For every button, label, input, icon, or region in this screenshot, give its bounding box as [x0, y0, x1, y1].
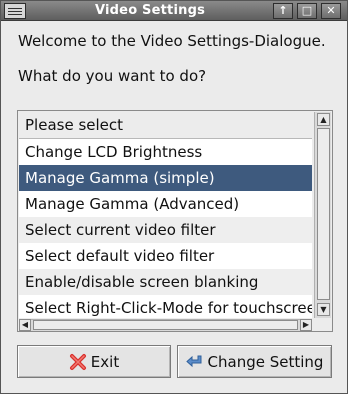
- title-bar[interactable]: Video Settings ↑ □ ✕: [1, 1, 347, 21]
- welcome-text: Welcome to the Video Settings-Dialogue.: [18, 32, 326, 50]
- vertical-scrollbar[interactable]: ▲ ▼: [314, 112, 331, 318]
- window-title: Video Settings: [94, 3, 206, 18]
- horizontal-scroll-thumb[interactable]: [33, 320, 298, 330]
- options-list[interactable]: Please select Change LCD Brightness Mana…: [17, 110, 333, 332]
- restore-icon[interactable]: □: [297, 3, 317, 19]
- close-icon[interactable]: ✕: [321, 3, 341, 19]
- exit-button[interactable]: Exit: [17, 345, 171, 378]
- scroll-down-icon[interactable]: ▼: [317, 303, 330, 316]
- list-item[interactable]: Change LCD Brightness: [19, 139, 312, 165]
- change-setting-button[interactable]: Change Setting: [177, 345, 332, 378]
- list-item[interactable]: Select default video filter: [19, 243, 312, 269]
- horizontal-scrollbar[interactable]: ◀ ▶: [19, 319, 312, 331]
- list-viewport: Please select Change LCD Brightness Mana…: [19, 112, 312, 318]
- back-arrow-icon: [185, 355, 202, 367]
- maximize-up-icon[interactable]: ↑: [273, 3, 293, 19]
- vertical-scroll-thumb[interactable]: [317, 128, 330, 300]
- scroll-right-icon[interactable]: ▶: [300, 319, 312, 331]
- list-item[interactable]: Manage Gamma (Advanced): [19, 191, 312, 217]
- question-text: What do you want to do?: [18, 67, 207, 85]
- scroll-up-icon[interactable]: ▲: [317, 113, 330, 126]
- exit-button-label: Exit: [90, 352, 120, 371]
- list-item[interactable]: Enable/disable screen blanking: [19, 269, 312, 295]
- list-item-selected[interactable]: Manage Gamma (simple): [19, 165, 312, 191]
- scroll-left-icon[interactable]: ◀: [19, 319, 31, 331]
- red-x-icon: [69, 353, 86, 370]
- change-setting-label: Change Setting: [207, 352, 324, 371]
- list-item[interactable]: Select Right-Click-Mode for touchscreen: [19, 295, 312, 318]
- video-settings-window: Video Settings ↑ □ ✕ Welcome to the Vide…: [0, 0, 348, 394]
- list-header[interactable]: Please select: [19, 112, 312, 139]
- window-menu-icon[interactable]: [4, 3, 26, 19]
- list-item[interactable]: Select current video filter: [19, 217, 312, 243]
